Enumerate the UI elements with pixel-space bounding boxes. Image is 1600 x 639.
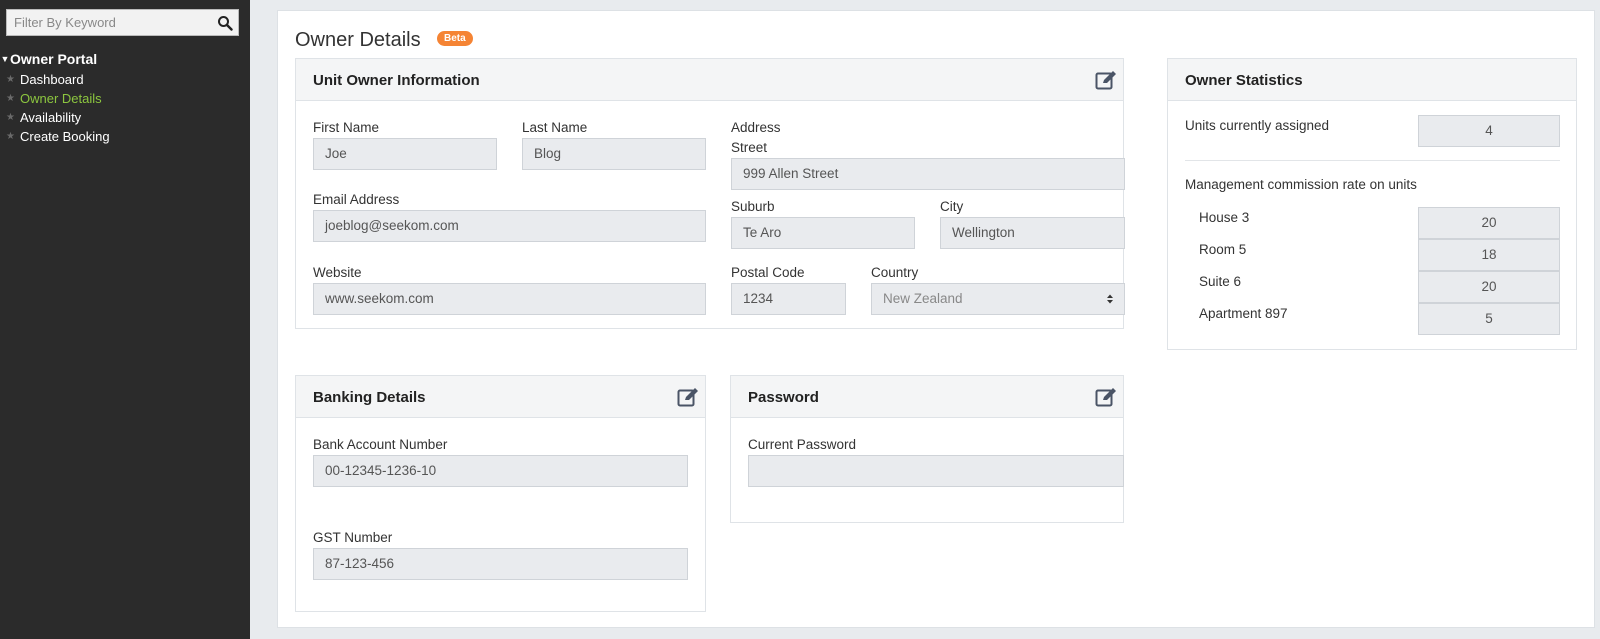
email-field[interactable]: joeblog@seekom.com xyxy=(313,210,706,242)
star-icon: ★ xyxy=(6,130,15,142)
last-name-field[interactable]: Blog xyxy=(522,138,706,170)
panel-header: Unit Owner Information xyxy=(296,59,1123,101)
suburb-field[interactable]: Te Aro xyxy=(731,217,915,249)
filter-input[interactable] xyxy=(7,10,207,35)
sidebar-item-availability[interactable]: ★ Availability xyxy=(6,108,81,126)
city-field[interactable]: Wellington xyxy=(940,217,1125,249)
unit-owner-panel: Unit Owner Information First Name Joe La… xyxy=(295,58,1125,329)
owner-statistics-panel: Owner Statistics Units currently assigne… xyxy=(1167,58,1577,350)
panel-title: Owner Statistics xyxy=(1185,72,1303,89)
sidebar-item-label: Create Booking xyxy=(20,128,110,144)
rate-unit-label: Suite 6 xyxy=(1199,274,1242,289)
panel-title: Unit Owner Information xyxy=(313,72,480,89)
rate-unit-label: House 3 xyxy=(1199,210,1250,225)
panel-title: Banking Details xyxy=(313,389,426,406)
star-icon: ★ xyxy=(6,73,15,85)
current-password-label: Current Password xyxy=(748,437,857,452)
banking-details-panel: Banking Details Bank Account Number 00-1… xyxy=(295,375,706,612)
star-icon: ★ xyxy=(6,111,15,123)
street-label: Street xyxy=(731,140,768,155)
divider xyxy=(1185,160,1560,161)
rate-value-field[interactable]: 18 xyxy=(1418,239,1560,271)
rate-unit-label: Room 5 xyxy=(1199,242,1247,257)
search-icon[interactable] xyxy=(217,15,233,31)
rate-value-field[interactable]: 20 xyxy=(1418,207,1560,239)
current-password-field[interactable] xyxy=(748,455,1124,487)
country-label: Country xyxy=(871,265,919,280)
edit-icon[interactable] xyxy=(677,387,699,407)
edit-icon[interactable] xyxy=(1095,387,1117,407)
select-arrows-icon xyxy=(1107,294,1113,304)
page-title: Owner Details xyxy=(295,29,421,51)
panel-header: Banking Details xyxy=(296,376,705,418)
website-field[interactable]: www.seekom.com xyxy=(313,283,706,315)
email-label: Email Address xyxy=(313,192,400,207)
tree-root-owner-portal[interactable]: ▼ Owner Portal xyxy=(0,50,98,68)
beta-badge: Beta xyxy=(437,31,473,46)
sidebar-item-create-booking[interactable]: ★ Create Booking xyxy=(6,127,110,145)
gst-number-field[interactable]: 87-123-456 xyxy=(313,548,688,580)
bank-account-field[interactable]: 00-12345-1236-10 xyxy=(313,455,688,487)
units-assigned-value: 4 xyxy=(1418,115,1560,147)
star-icon: ★ xyxy=(6,92,15,104)
website-label: Website xyxy=(313,265,362,280)
commission-rate-label: Management commission rate on units xyxy=(1185,177,1417,192)
rate-value-field[interactable]: 5 xyxy=(1418,303,1560,335)
main-content: Owner Details Beta Unit Owner Informatio… xyxy=(277,10,1595,628)
sidebar-item-label: Dashboard xyxy=(20,71,84,87)
bank-account-label: Bank Account Number xyxy=(313,437,448,452)
sidebar-item-label: Availability xyxy=(20,109,82,125)
edit-icon[interactable] xyxy=(1095,70,1117,90)
sidebar-item-owner-details[interactable]: ★ Owner Details xyxy=(6,89,102,107)
country-select[interactable]: New Zealand xyxy=(871,283,1125,315)
city-label: City xyxy=(940,199,964,214)
address-label: Address xyxy=(731,120,781,135)
postal-code-field[interactable]: 1234 xyxy=(731,283,846,315)
caret-down-icon: ▼ xyxy=(0,54,10,64)
postal-code-label: Postal Code xyxy=(731,265,805,280)
panel-title: Password xyxy=(748,389,819,406)
last-name-label: Last Name xyxy=(522,120,588,135)
password-panel: Password Current Password xyxy=(730,375,1124,523)
sidebar-item-label: Owner Details xyxy=(20,90,102,106)
units-assigned-label: Units currently assigned xyxy=(1185,118,1330,133)
country-select-value: New Zealand xyxy=(883,291,963,306)
first-name-label: First Name xyxy=(313,120,380,135)
rate-value-field[interactable]: 20 xyxy=(1418,271,1560,303)
panel-header: Password xyxy=(731,376,1123,418)
sidebar-item-dashboard[interactable]: ★ Dashboard xyxy=(6,70,84,88)
first-name-field[interactable]: Joe xyxy=(313,138,497,170)
street-field[interactable]: 999 Allen Street xyxy=(731,158,1125,190)
suburb-label: Suburb xyxy=(731,199,775,214)
sidebar: ▼ Owner Portal ★ Dashboard ★ Owner Detai… xyxy=(0,0,250,639)
gst-number-label: GST Number xyxy=(313,530,393,545)
filter-box xyxy=(6,9,239,36)
panel-header: Owner Statistics xyxy=(1168,59,1576,101)
rate-unit-label: Apartment 897 xyxy=(1199,306,1288,321)
tree-root-label: Owner Portal xyxy=(10,51,98,67)
